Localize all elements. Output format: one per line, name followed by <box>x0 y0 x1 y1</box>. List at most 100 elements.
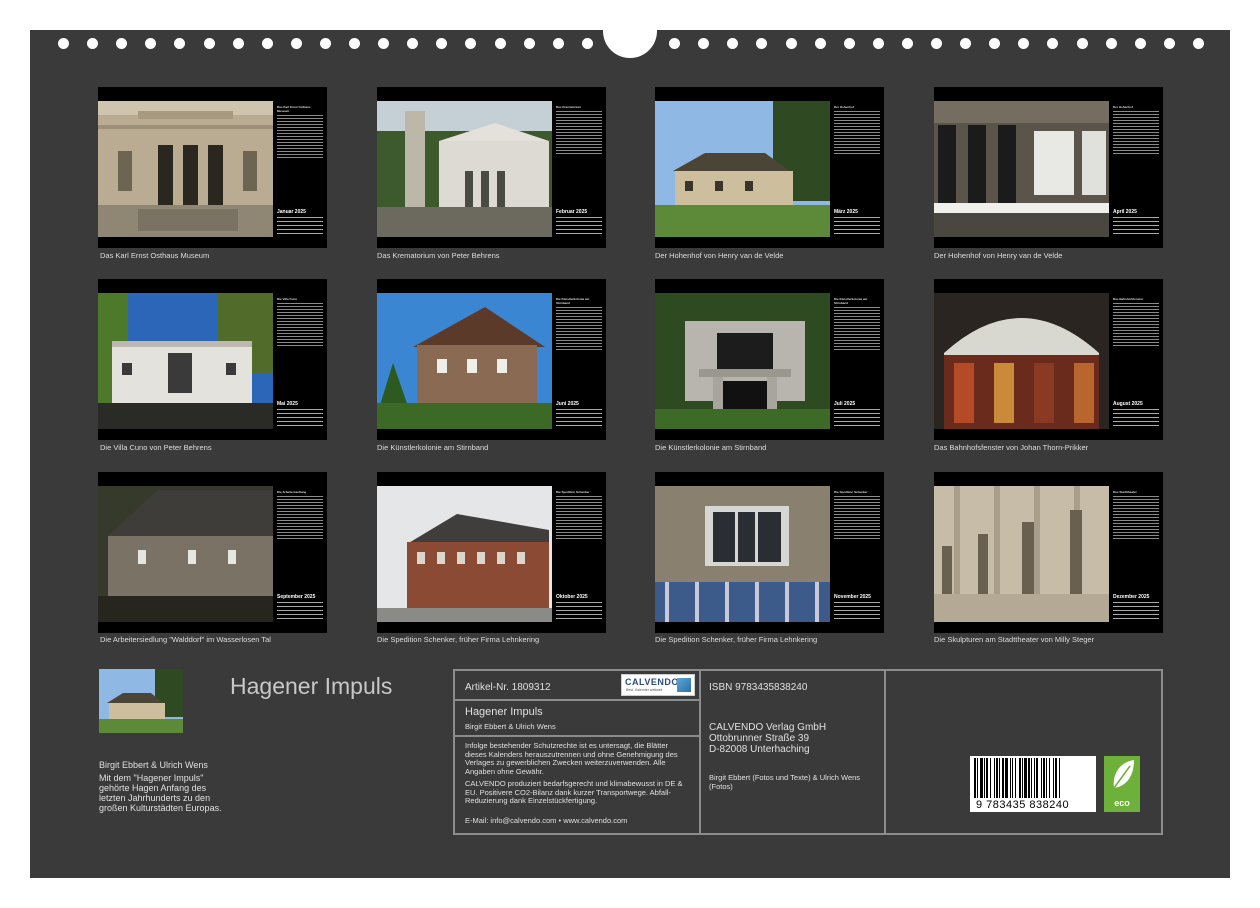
binding-hole <box>960 38 972 49</box>
publisher-city: D-82008 Unterhaching <box>709 744 810 755</box>
barcode-bar <box>990 758 991 798</box>
info-column-barcode: 9 783435 838240 eco <box>886 671 1161 833</box>
photo-caption: Das Karl Ernst Osthaus Museum <box>100 251 210 260</box>
photo-hohenhof <box>655 101 830 237</box>
month-text-title: Der Hohenhof <box>1113 105 1133 109</box>
barcode-bar <box>1012 758 1013 798</box>
logo-tagline: Best. Kalender weltweit <box>626 688 663 692</box>
photo-hohenhof-detail <box>934 101 1109 237</box>
barcode-bar <box>1036 758 1038 798</box>
mini-calendar <box>1113 409 1159 429</box>
month-text-body <box>556 496 602 539</box>
binding-hole <box>1105 38 1117 49</box>
month-text-title: Der Hohenhof <box>834 105 854 109</box>
photo-kuenstlerkolonie <box>377 293 552 429</box>
calvendo-logo: CALVENDO Best. Kalender weltweit <box>621 674 695 696</box>
barcode-bar <box>1019 758 1021 798</box>
month-card-march: Der Hohenhof März 2025 <box>655 87 884 248</box>
month-card-july: Die Künstlerkolonie am Stirnband Juli 20… <box>655 279 884 440</box>
binding-hole <box>319 38 331 49</box>
mini-calendar <box>277 217 323 237</box>
month-text-title: Die Spedition Schenker <box>556 490 590 494</box>
barcode-bar <box>1015 758 1016 798</box>
month-text-body <box>556 111 602 154</box>
info-column-publisher: ISBN 9783435838240 CALVENDO Verlag GmbH … <box>701 671 886 833</box>
barcode-bar <box>1024 758 1027 798</box>
mini-calendar <box>277 409 323 429</box>
binding-hole <box>814 38 826 49</box>
binding-hole <box>87 38 99 49</box>
binding-hole <box>1047 38 1059 49</box>
photo-caption: Die Skulpturen am Stadttheater von Milly… <box>934 635 1095 644</box>
month-text-title: Das Bahnhofsfenster <box>1113 297 1144 301</box>
binding-hole <box>756 38 768 49</box>
photo-stadttheater <box>934 486 1109 622</box>
month-text-title: Die Arbeitersiedlung <box>277 490 307 494</box>
month-text-body <box>1113 496 1159 539</box>
binding-hole <box>581 38 593 49</box>
publisher-info-box: Artikel-Nr. 1809312 CALVENDO Best. Kalen… <box>453 669 1163 835</box>
month-text-body <box>1113 111 1159 154</box>
photo-spedition-detail <box>655 486 830 622</box>
month-card-december: Das Stadttheater Dezember 2025 <box>934 472 1163 633</box>
copyright-notice: Infolge bestehender Schutzrechte ist es … <box>465 741 678 776</box>
barcode-bar <box>1034 758 1035 798</box>
month-name: Juni 2025 <box>556 401 579 407</box>
binding-hole <box>465 38 477 49</box>
photo-arbeitersiedlung <box>98 486 273 622</box>
month-card-june: Die Künstlerkolonie am Stirnband Juni 20… <box>377 279 606 440</box>
photo-caption: Das Krematorium von Peter Behrens <box>377 251 500 260</box>
month-text-title: Das Karl Ernst Osthaus Museum <box>277 105 311 113</box>
mini-calendar <box>1113 602 1159 622</box>
binding-hole <box>1076 38 1088 49</box>
logo-name: CALVENDO <box>625 677 679 687</box>
photo-osthaus-museum <box>98 101 273 237</box>
binding-hole <box>1134 38 1146 49</box>
binding-hole <box>116 38 128 49</box>
binding-hole <box>232 38 244 49</box>
barcode-bar <box>974 758 976 798</box>
month-text-body <box>834 111 880 154</box>
photo-bahnhofsfenster <box>934 293 1109 429</box>
month-text-body <box>1113 303 1159 346</box>
month-card-october: Die Spedition Schenker Oktober 2025 <box>377 472 606 633</box>
month-text-title: Das Krematorium <box>556 105 582 109</box>
leaf-icon <box>1113 760 1134 789</box>
month-name: Februar 2025 <box>556 209 588 215</box>
binding-hole <box>436 38 448 49</box>
photo-credits: Birgit Ebbert (Fotos und Texte) & Ulrich… <box>709 773 861 791</box>
eco-label: eco <box>1114 798 1130 808</box>
month-name: Januar 2025 <box>277 209 306 215</box>
binding-hole <box>872 38 884 49</box>
month-name: Dezember 2025 <box>1113 594 1150 600</box>
binding-hole <box>901 38 913 49</box>
binding-hole <box>552 38 564 49</box>
barcode-bar <box>1049 758 1050 798</box>
barcode-bar <box>1046 758 1047 798</box>
month-name: November 2025 <box>834 594 871 600</box>
month-text-title: Die Künstlerkolonie am Stirnband <box>834 297 868 305</box>
month-card-january: Das Karl Ernst Osthaus Museum Januar 202… <box>98 87 327 248</box>
photo-caption: Die Villa Cuno von Peter Behrens <box>100 443 212 452</box>
binding-hole <box>727 38 739 49</box>
barcode-bar <box>1041 758 1042 798</box>
month-text-title: Die Villa Cuno <box>277 297 298 301</box>
month-card-may: Die Villa Cuno Mai 2025 <box>98 279 327 440</box>
barcode-bar <box>977 758 978 798</box>
month-text-body <box>277 303 323 346</box>
publisher-name: CALVENDO Verlag GmbH <box>709 722 827 733</box>
photo-caption: Das Bahnhofsfenster von Johan Thorn-Prik… <box>934 443 1089 452</box>
photo-caption: Die Spedition Schenker, früher Firma Leh… <box>655 635 818 644</box>
month-name: März 2025 <box>834 209 858 215</box>
barcode-bar <box>1053 758 1054 798</box>
publisher-street: Ottobrunner Straße 39 <box>709 733 810 744</box>
month-text-body <box>277 496 323 539</box>
barcode-bar <box>994 758 995 798</box>
month-name: August 2025 <box>1113 401 1143 407</box>
isbn: ISBN 9783435838240 <box>709 682 808 693</box>
mini-calendar <box>1113 217 1159 237</box>
barcode-bar <box>1055 758 1057 798</box>
binding-hole <box>349 38 360 49</box>
binding-hole <box>698 38 710 49</box>
article-number: Artikel-Nr. 1809312 <box>465 682 551 693</box>
